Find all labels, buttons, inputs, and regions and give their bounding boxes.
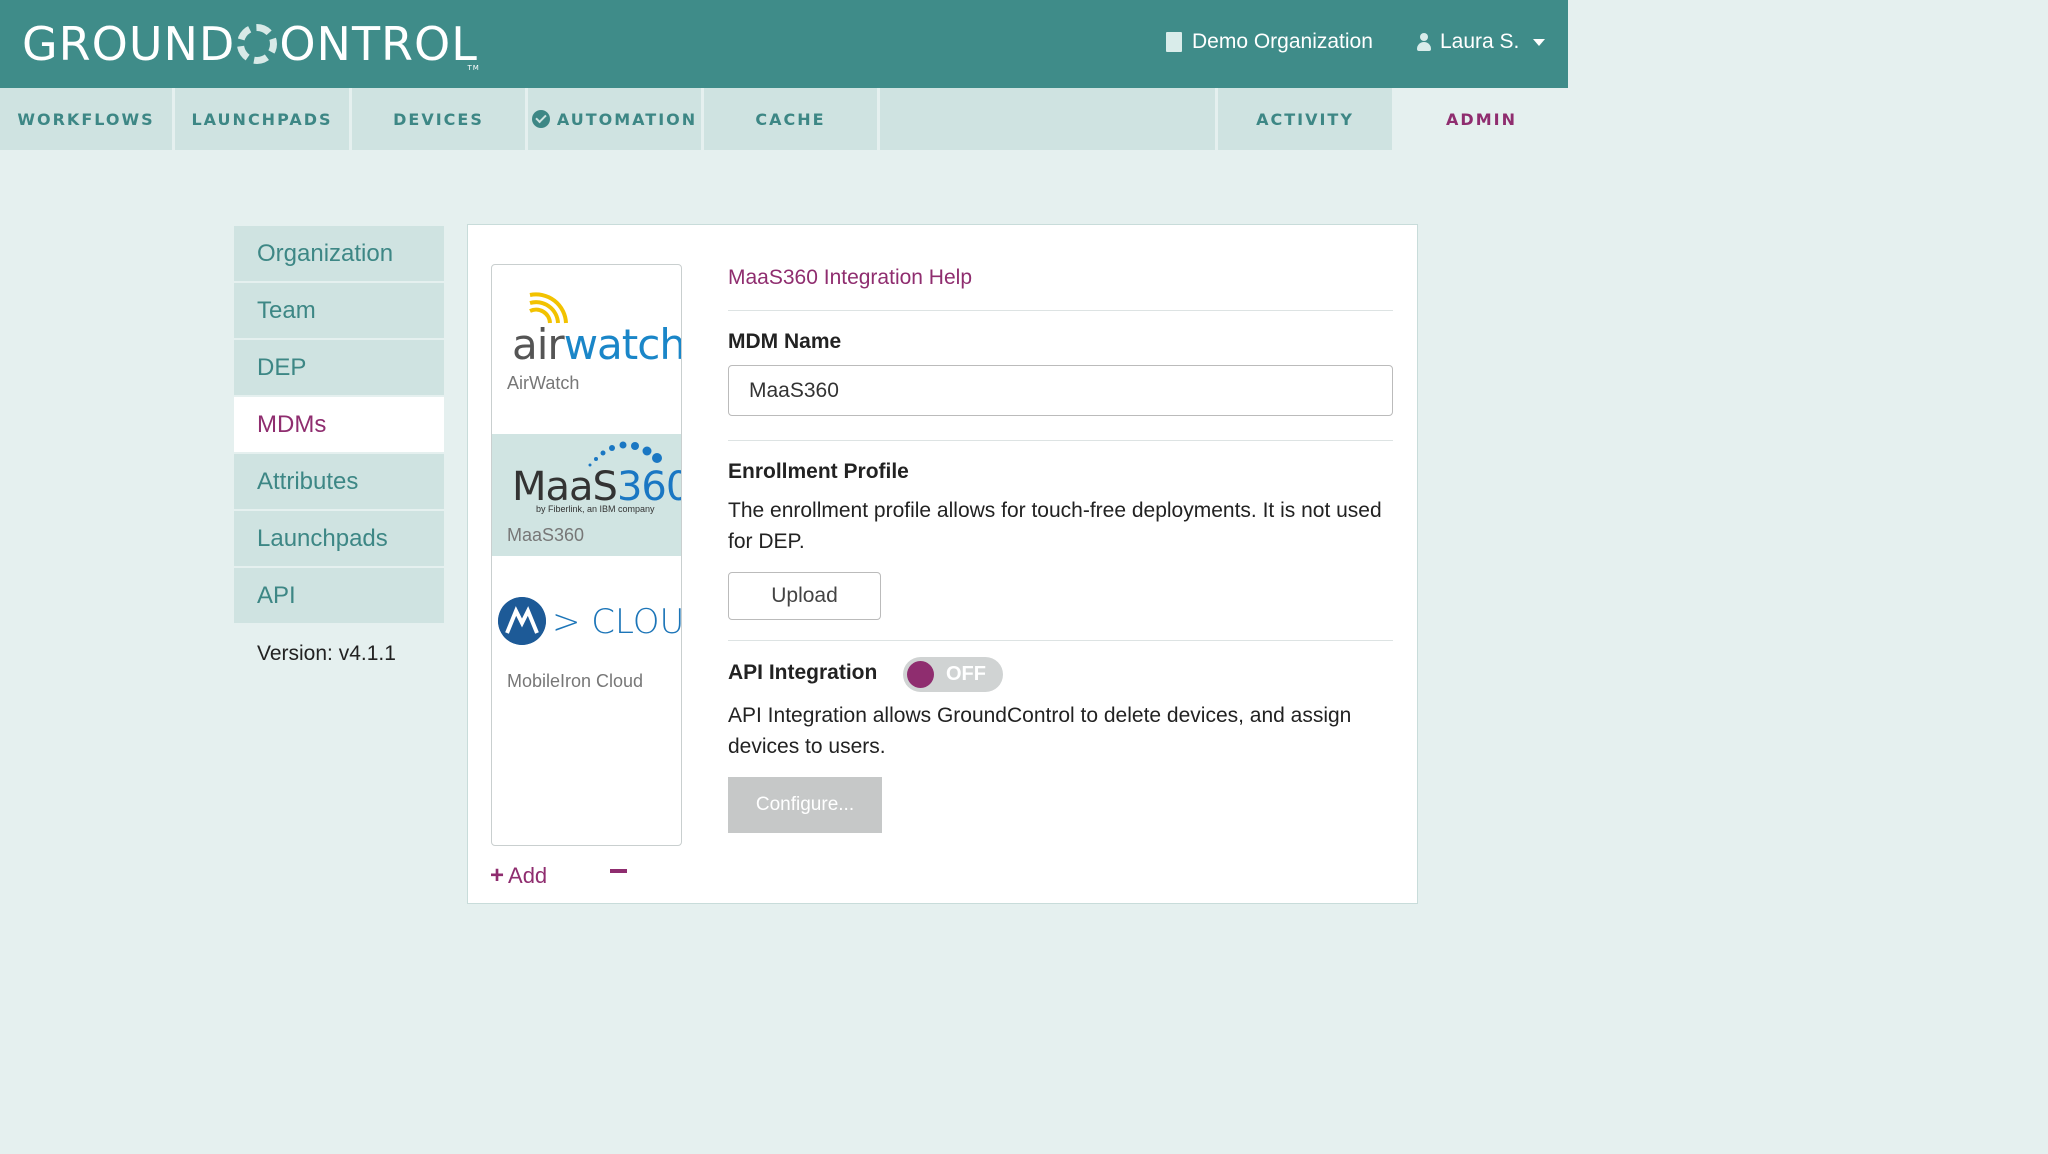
tab-cache[interactable]: CACHE: [704, 88, 877, 150]
maas360-tagline: by Fiberlink, an IBM company: [536, 504, 655, 514]
airwatch-logo-part: air: [512, 320, 565, 369]
sidebar-item-label: Organization: [257, 239, 394, 267]
building-icon: [1166, 32, 1182, 52]
mdm-item-mobileiron[interactable]: > CLOUD MobileIron Cloud: [492, 557, 681, 707]
gear-icon: [237, 24, 278, 64]
version-text: Version: v4.1.1: [257, 642, 396, 665]
mdm-item-airwatch[interactable]: airwatch™ AirWatch: [492, 265, 681, 433]
enrollment-profile-description: The enrollment profile allows for touch-…: [728, 499, 1382, 553]
mdm-name-input[interactable]: [728, 365, 1393, 416]
sidebar-item-team[interactable]: Team: [234, 283, 444, 338]
divider: [728, 640, 1393, 641]
sidebar-item-label: DEP: [257, 353, 307, 381]
tab-label: AUTOMATION: [556, 109, 698, 129]
mobileiron-logo-icon: [498, 597, 546, 645]
sidebar-item-organization[interactable]: Organization: [234, 226, 444, 281]
sidebar-item-launchpads[interactable]: Launchpads: [234, 511, 444, 566]
plus-icon: +: [490, 862, 505, 889]
configure-button[interactable]: Configure...: [728, 777, 882, 833]
sidebar-item-label: Team: [257, 296, 316, 324]
sidebar-item-label: Launchpads: [257, 524, 388, 552]
logo-tm: TM: [467, 64, 480, 72]
mdm-list: airwatch™ AirWatch MaaS360 by Fiberlink,…: [491, 264, 682, 846]
tab-label: LAUNCHPADS: [191, 109, 333, 129]
check-circle-icon: [531, 110, 550, 128]
toggle-knob: [907, 661, 934, 688]
user-name: Laura S.: [1440, 30, 1520, 53]
sidebar-item-label: API: [257, 581, 296, 609]
toggle-state-text: OFF: [946, 663, 986, 685]
main-tabs: WORKFLOWS LAUNCHPADS DEVICES AUTOMATION …: [0, 88, 1568, 150]
tab-spacer: [880, 88, 1215, 150]
groundcontrol-logo[interactable]: GROUND ONTROL TM: [22, 14, 480, 74]
integration-help-link[interactable]: MaaS360 Integration Help: [728, 266, 972, 290]
tab-devices[interactable]: DEVICES: [352, 88, 525, 150]
upload-button[interactable]: Upload: [728, 572, 881, 620]
tab-admin[interactable]: ADMIN: [1395, 88, 1568, 150]
tab-label: DEVICES: [393, 109, 484, 129]
logo-text-right: ONTROL: [279, 17, 478, 71]
airwatch-logo: airwatch™: [512, 320, 682, 369]
tab-activity[interactable]: ACTIVITY: [1218, 88, 1392, 150]
sidebar-item-label: MDMs: [257, 410, 327, 438]
user-menu[interactable]: Laura S.: [1416, 30, 1546, 54]
divider: [728, 440, 1393, 441]
admin-sidebar: Organization Team DEP MDMs Attributes La…: [234, 226, 444, 625]
organization-menu[interactable]: Demo Organization: [1166, 30, 1373, 54]
mdm-item-label: AirWatch: [507, 373, 580, 393]
mdm-item-maas360[interactable]: MaaS360 by Fiberlink, an IBM company Maa…: [492, 434, 681, 556]
divider: [728, 310, 1393, 311]
tab-label: ACTIVITY: [1256, 109, 1354, 129]
mdm-item-label: MaaS360: [507, 525, 585, 545]
tab-label: CACHE: [755, 109, 826, 129]
user-icon: [1416, 33, 1432, 51]
api-integration-description: API Integration allows GroundControl to …: [728, 704, 1352, 758]
logo-text-left: GROUND: [22, 17, 236, 71]
sidebar-item-attributes[interactable]: Attributes: [234, 454, 444, 509]
api-integration-toggle[interactable]: OFF: [903, 657, 1003, 692]
top-header: GROUND ONTROL TM Demo Organization Laura…: [0, 0, 1568, 88]
tab-workflows[interactable]: WORKFLOWS: [0, 88, 172, 150]
chevron-down-icon: [1533, 38, 1546, 46]
sidebar-item-api[interactable]: API: [234, 568, 444, 623]
mobileiron-logo-text: > CLOUD: [552, 602, 682, 642]
tab-automation[interactable]: AUTOMATION: [528, 88, 701, 150]
tab-launchpads[interactable]: LAUNCHPADS: [175, 88, 349, 150]
organization-name: Demo Organization: [1192, 30, 1373, 53]
sidebar-item-mdms[interactable]: MDMs: [234, 397, 444, 452]
airwatch-logo-part: watch: [563, 320, 682, 369]
enrollment-profile-label: Enrollment Profile: [728, 460, 909, 483]
add-label: Add: [508, 863, 548, 888]
mdm-item-label: MobileIron Cloud: [507, 671, 644, 691]
sidebar-item-label: Attributes: [257, 467, 359, 495]
mdm-name-label: MDM Name: [728, 330, 842, 353]
add-mdm-button[interactable]: + Add: [490, 862, 547, 890]
tab-label: WORKFLOWS: [17, 109, 155, 129]
api-integration-label: API Integration: [728, 661, 878, 684]
sidebar-item-dep[interactable]: DEP: [234, 340, 444, 395]
remove-mdm-button[interactable]: [610, 869, 627, 873]
tab-label: ADMIN: [1446, 109, 1517, 129]
